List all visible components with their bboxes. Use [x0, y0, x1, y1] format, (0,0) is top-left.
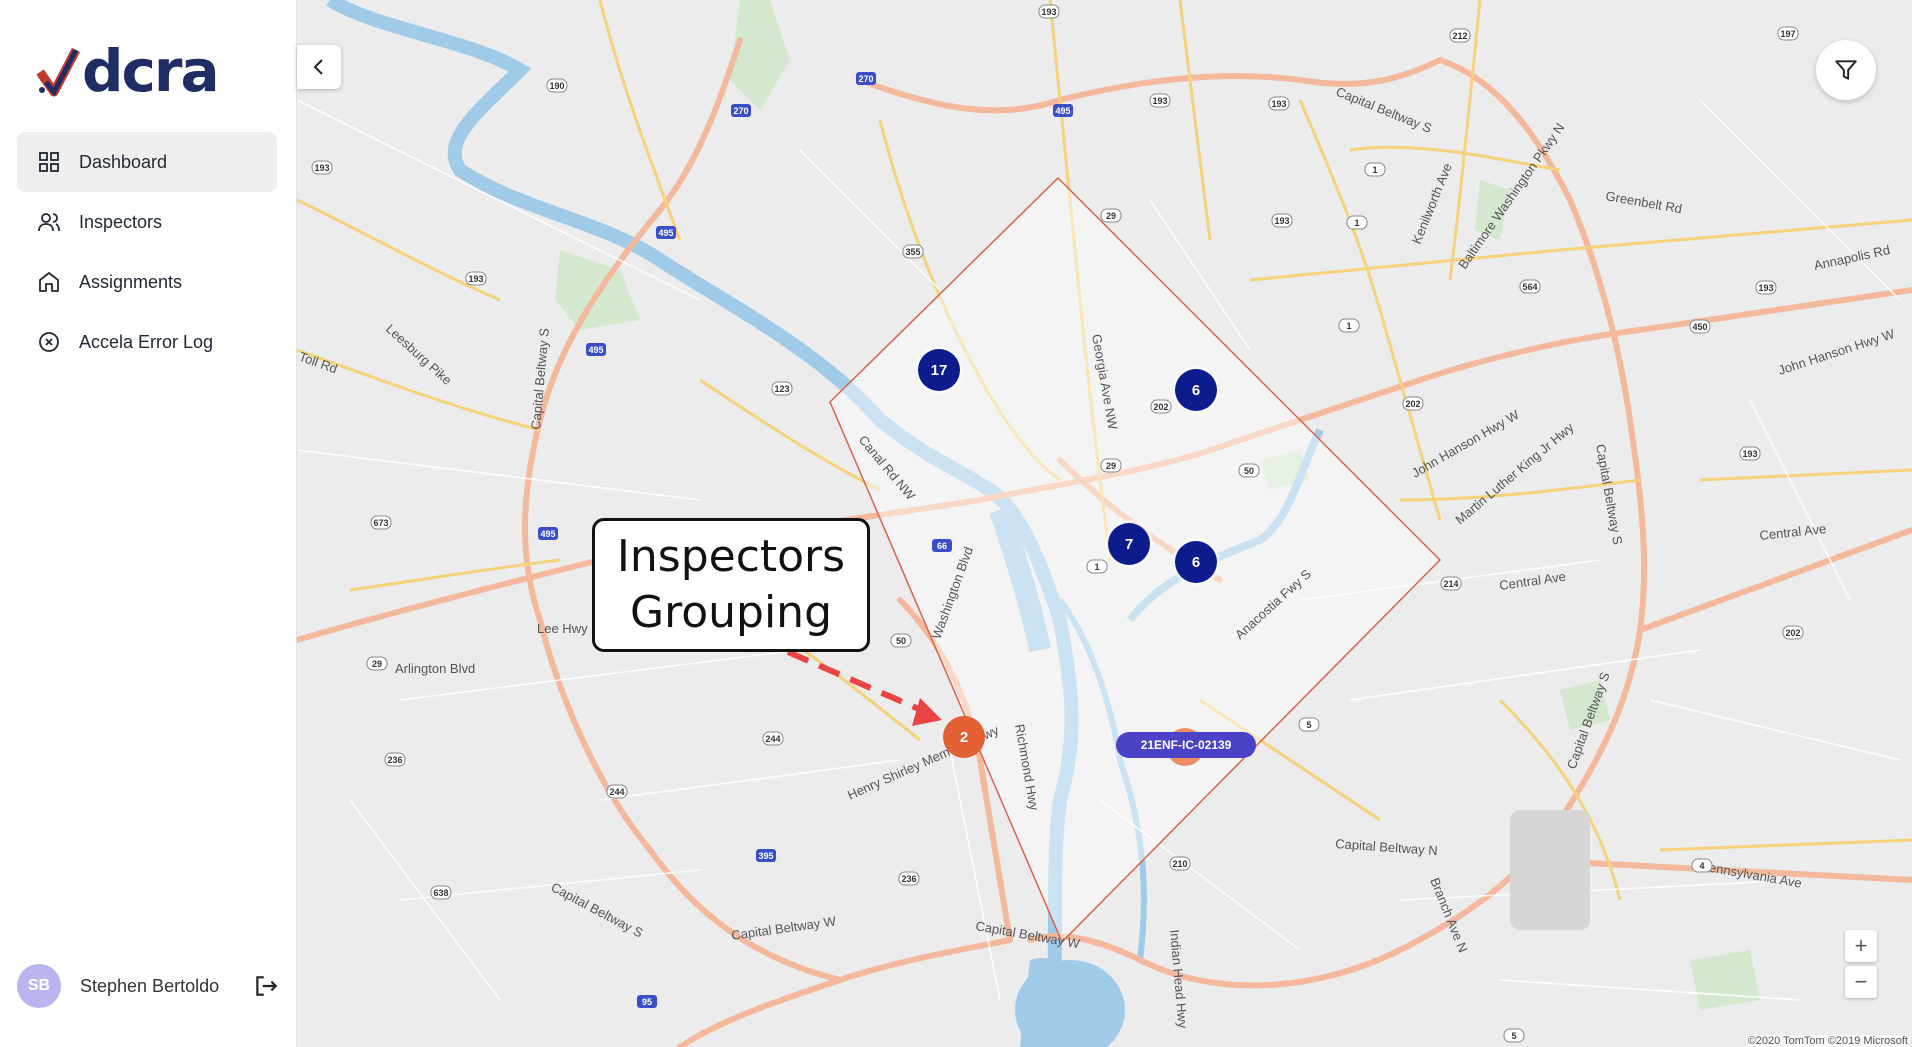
svg-text:495: 495 — [658, 228, 673, 238]
svg-text:495: 495 — [540, 529, 555, 539]
filter-icon — [1835, 60, 1857, 80]
svg-text:193: 193 — [1271, 99, 1286, 109]
sidebar-item-assignments[interactable]: Assignments — [17, 252, 277, 312]
svg-text:193: 193 — [1758, 283, 1773, 293]
sidebar-item-dashboard[interactable]: Dashboard — [17, 132, 277, 192]
road-label: Arlington Blvd — [395, 661, 475, 676]
inspector-cluster-marker[interactable]: 7 — [1108, 523, 1150, 565]
map-attribution: ©2020 TomTom ©2019 Microsoft — [1745, 1035, 1910, 1047]
svg-text:95: 95 — [642, 997, 652, 1007]
svg-text:4: 4 — [1699, 861, 1704, 871]
inspector-cluster-marker[interactable]: 2 — [943, 716, 985, 758]
svg-text:202: 202 — [1405, 399, 1420, 409]
svg-text:193: 193 — [1152, 96, 1167, 106]
dcra-logo[interactable]: dcra — [36, 37, 220, 105]
svg-text:1: 1 — [1354, 218, 1359, 228]
svg-text:29: 29 — [1106, 211, 1116, 221]
svg-text:270: 270 — [733, 106, 748, 116]
sidebar: dcra Dashboard Inspectors Assignments Ac… — [0, 0, 297, 1047]
map-view[interactable]: Capital Beltway S Greenbelt Rd Annapolis… — [297, 0, 1912, 1047]
svg-text:197: 197 — [1780, 29, 1795, 39]
svg-text:123: 123 — [774, 384, 789, 394]
map-canvas[interactable]: Capital Beltway S Greenbelt Rd Annapolis… — [297, 0, 1912, 1047]
svg-text:1: 1 — [1094, 562, 1099, 572]
avatar[interactable]: SB — [17, 964, 61, 1008]
users-icon — [38, 213, 60, 232]
checkmark-logo-icon — [36, 47, 80, 97]
sidebar-item-label: Assignments — [79, 271, 183, 292]
logout-icon[interactable] — [253, 973, 279, 999]
svg-text:190: 190 — [549, 81, 564, 91]
svg-text:355: 355 — [905, 247, 920, 257]
user-profile: SB Stephen Bertoldo — [17, 963, 279, 1009]
sidebar-item-label: Inspectors — [79, 211, 163, 232]
annotation-callout: Inspectors Grouping — [592, 518, 870, 652]
sidebar-item-label: Accela Error Log — [79, 331, 214, 352]
svg-text:210: 210 — [1172, 859, 1187, 869]
filter-button[interactable] — [1816, 40, 1876, 100]
callout-line: Grouping — [630, 587, 832, 638]
zoom-in-button[interactable]: + — [1845, 930, 1877, 962]
home-icon — [39, 272, 59, 292]
svg-text:1: 1 — [1346, 321, 1351, 331]
svg-text:212: 212 — [1452, 31, 1467, 41]
x-circle-icon — [39, 332, 59, 352]
inspector-cluster-marker[interactable]: 6 — [1175, 541, 1217, 583]
sidebar-item-label: Dashboard — [79, 151, 168, 172]
svg-text:564: 564 — [1522, 282, 1537, 292]
svg-text:5: 5 — [1306, 720, 1311, 730]
svg-text:236: 236 — [387, 755, 402, 765]
svg-text:50: 50 — [896, 636, 906, 646]
svg-text:193: 193 — [468, 274, 483, 284]
logo-wordmark: dcra — [82, 37, 220, 105]
chevron-left-icon — [313, 59, 323, 75]
svg-text:193: 193 — [1274, 216, 1289, 226]
svg-text:5: 5 — [1511, 1031, 1516, 1041]
road-label: Lee Hwy — [537, 621, 588, 636]
svg-text:244: 244 — [765, 734, 780, 744]
svg-text:50: 50 — [1244, 466, 1254, 476]
sidebar-item-inspectors[interactable]: Inspectors — [17, 192, 277, 252]
svg-text:673: 673 — [373, 518, 388, 528]
svg-text:202: 202 — [1785, 628, 1800, 638]
svg-text:193: 193 — [1742, 449, 1757, 459]
inspector-cluster-marker[interactable]: 17 — [918, 349, 960, 391]
svg-text:495: 495 — [1055, 106, 1070, 116]
svg-text:29: 29 — [1106, 461, 1116, 471]
svg-text:270: 270 — [858, 74, 873, 84]
collapse-sidebar-button[interactable] — [297, 45, 341, 89]
svg-text:638: 638 — [433, 888, 448, 898]
svg-text:495: 495 — [588, 345, 603, 355]
svg-text:193: 193 — [314, 163, 329, 173]
sidebar-nav: Dashboard Inspectors Assignments Accela … — [17, 132, 277, 372]
sidebar-item-accela-error-log[interactable]: Accela Error Log — [17, 312, 277, 372]
svg-text:29: 29 — [372, 659, 382, 669]
selected-inspection-label[interactable]: 21ENF-IC-02139 — [1116, 732, 1256, 758]
svg-text:1: 1 — [1372, 165, 1377, 175]
svg-text:214: 214 — [1443, 579, 1458, 589]
svg-text:395: 395 — [758, 851, 773, 861]
svg-text:66: 66 — [937, 541, 947, 551]
zoom-out-button[interactable]: − — [1845, 966, 1877, 998]
inspector-cluster-marker[interactable]: 6 — [1175, 369, 1217, 411]
svg-text:236: 236 — [901, 874, 916, 884]
svg-text:450: 450 — [1692, 322, 1707, 332]
dashboard-grid-icon — [39, 152, 59, 172]
svg-text:193: 193 — [1041, 7, 1056, 17]
svg-text:244: 244 — [609, 787, 624, 797]
user-name: Stephen Bertoldo — [80, 975, 220, 996]
callout-line: Inspectors — [616, 531, 846, 582]
svg-text:202: 202 — [1153, 402, 1168, 412]
